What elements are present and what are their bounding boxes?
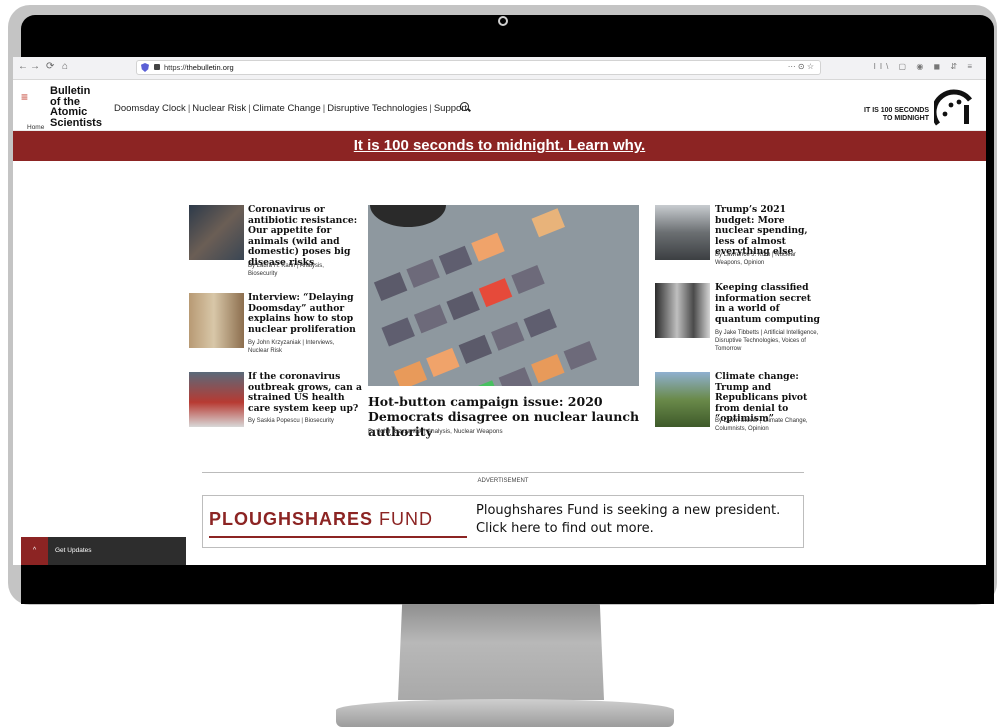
article-thumbnail[interactable]	[189, 293, 244, 348]
article-thumbnail[interactable]	[189, 205, 244, 260]
banner-link[interactable]: It is 100 seconds to midnight. Learn why…	[13, 137, 986, 154]
ad-text: Ploughshares Fund is seeking a new presi…	[476, 502, 780, 538]
launch-buttons-illustration	[368, 205, 639, 386]
article-thumbnail[interactable]	[655, 283, 710, 338]
ploughshares-ad[interactable]: PLOUGHSHARES FUND Ploughshares Fund is s…	[202, 495, 804, 548]
back-icon[interactable]: ←	[18, 62, 28, 72]
nav-climate-change[interactable]: Climate Change	[253, 103, 321, 114]
reload-icon[interactable]: ⟳	[46, 62, 54, 72]
nav-nuclear-risk[interactable]: Nuclear Risk	[192, 103, 246, 114]
site-logo[interactable]: Bulletin of the Atomic Scientists	[50, 86, 102, 128]
page-actions-icon[interactable]: ··· ⊙ ☆	[788, 62, 814, 71]
monitor-stand-neck	[398, 604, 604, 700]
article-thumbnail[interactable]	[655, 205, 710, 260]
ad-logo-underline	[209, 536, 467, 538]
tracking-shield-icon[interactable]	[141, 63, 149, 72]
clock-line: IT IS 100 SECONDS	[864, 107, 929, 114]
browser-toolbar: ← → ⟳ ⌂ https://thebulletin.org ··· ⊙ ☆ …	[13, 57, 986, 80]
article-byline: By Laura H. Kahn | Analysis, Biosecurity	[248, 263, 324, 277]
logo-line: Bulletin	[50, 85, 91, 97]
logo-line: Scientists	[50, 116, 102, 129]
lock-icon[interactable]	[154, 64, 160, 70]
article-title[interactable]: Interview: “Delaying Doomsday” author ex…	[248, 292, 363, 335]
article-title[interactable]: Coronavirus or antibiotic resistance: Ou…	[248, 204, 363, 268]
ad-text-line: Ploughshares Fund is seeking a new presi…	[476, 503, 781, 518]
get-updates-bar[interactable]: ^ Get Updates	[21, 537, 186, 565]
main-nav: Doomsday Clock | Nuclear Risk | Climate Chan…	[114, 103, 468, 114]
get-updates-label: Get Updates	[55, 547, 92, 554]
article-title[interactable]: If the coronavirus outbreak grows, can a…	[248, 371, 363, 414]
ad-label: ADVERTISEMENT	[477, 478, 529, 484]
ad-divider	[202, 472, 804, 473]
article-thumbnail[interactable]	[189, 372, 244, 427]
monitor-stand-foot	[336, 699, 674, 727]
camera-icon	[498, 16, 508, 26]
article-byline: By John Krzyzaniak | Interviews, Nuclear…	[248, 340, 335, 354]
url-text: https://thebulletin.org	[164, 63, 234, 72]
logo-line: Atomic	[50, 106, 88, 118]
article-byline: By Dawn Stover | Climate Change, Columni…	[715, 418, 808, 432]
forward-icon[interactable]: →	[30, 62, 40, 72]
browser-window: ← → ⟳ ⌂ https://thebulletin.org ··· ⊙ ☆ …	[13, 57, 986, 565]
home-icon[interactable]: ⌂	[62, 62, 68, 72]
ad-logo: PLOUGHSHARES FUND	[209, 509, 434, 529]
article-byline: By Saskia Popescu | Biosecurity	[248, 418, 334, 424]
article-byline: By Lawrence J. Korb | Nuclear Weapons, O…	[715, 252, 796, 266]
hero-image[interactable]	[368, 205, 639, 386]
nav-disruptive-technologies[interactable]: Disruptive Technologies	[327, 103, 427, 114]
article-title[interactable]: Trump’s 2021 budget: More nuclear spendi…	[715, 204, 823, 258]
site-header: ≡ Bulletin of the Atomic Scientists Doom…	[13, 80, 986, 131]
address-bar[interactable]: https://thebulletin.org ··· ⊙ ☆	[136, 60, 821, 75]
nav-doomsday-clock[interactable]: Doomsday Clock	[114, 103, 186, 114]
doomsday-clock-icon[interactable]	[934, 88, 974, 128]
doomsday-clock-text[interactable]: IT IS 100 SECONDS TO MIDNIGHT	[864, 107, 929, 123]
clock-line: TO MIDNIGHT	[882, 115, 929, 122]
midnight-banner: It is 100 seconds to midnight. Learn why…	[13, 131, 986, 161]
article-thumbnail[interactable]	[655, 372, 710, 427]
breadcrumb[interactable]: Home	[27, 124, 44, 131]
ad-text-line: Click here to find out more.	[476, 521, 654, 536]
article-byline: By Jake Tibbetts | Artificial Intelligen…	[715, 330, 819, 352]
hero-byline: By John Krzyzaniak | Analysis, Nuclear W…	[368, 428, 503, 435]
chevron-up-icon[interactable]: ^	[21, 537, 48, 565]
menu-icon[interactable]: ≡	[21, 90, 28, 104]
toolbar-icons[interactable]: II\ ▢ ◉ ◼ ⇵ ≡	[874, 62, 976, 71]
search-icon[interactable]	[460, 102, 469, 111]
article-title[interactable]: Keeping classified information secret in…	[715, 282, 823, 325]
